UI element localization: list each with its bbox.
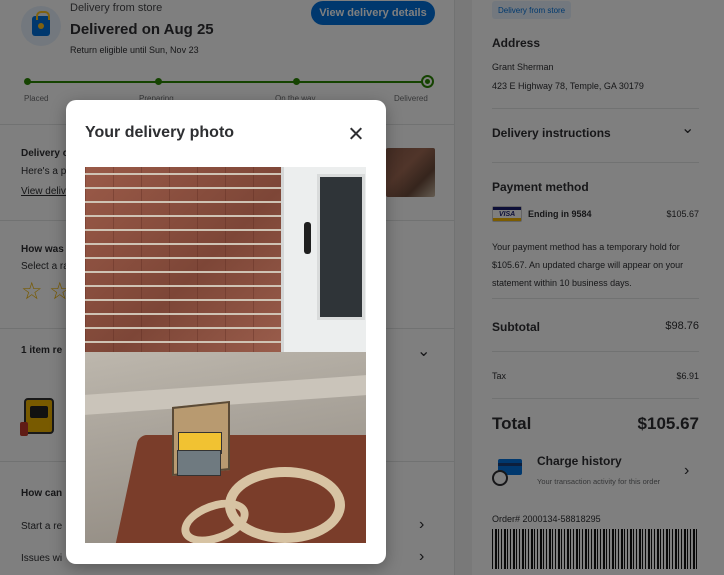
delivery-photo-modal: Your delivery photo [66,100,386,564]
photo-door-handle [304,222,311,254]
modal-title: Your delivery photo [85,124,235,141]
photo-door-window [317,174,365,320]
delivery-photo [85,167,366,543]
close-icon[interactable] [346,124,366,144]
photo-package-side [177,450,221,476]
